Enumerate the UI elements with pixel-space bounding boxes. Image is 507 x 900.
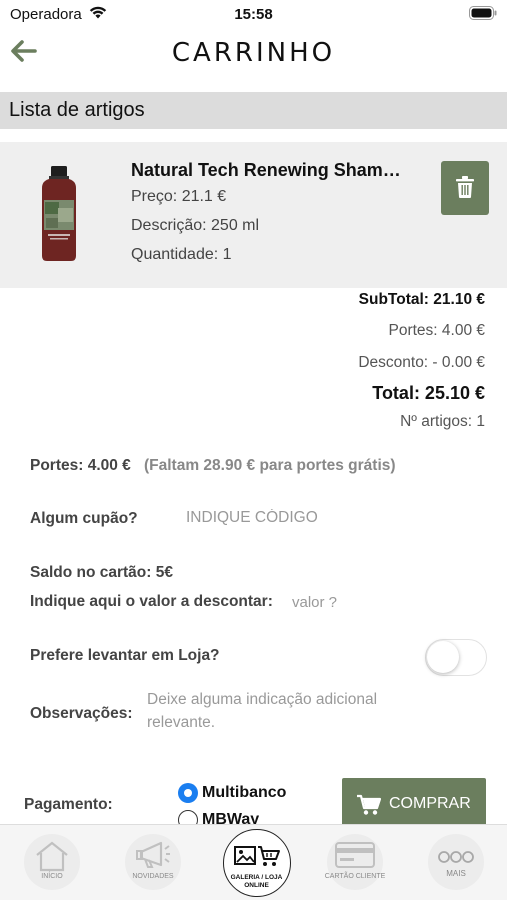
cart-icon [357, 794, 381, 815]
shipping-cost: Portes: 4.00 € [388, 322, 485, 339]
product-image [36, 166, 82, 262]
store-pickup-label: Prefere levantar em Loja? [30, 647, 220, 664]
page-title: CARRINHO [171, 38, 336, 68]
tab-novidades[interactable]: NOVIDADES [125, 834, 181, 890]
item-count: Nº artigos: 1 [400, 413, 485, 430]
section-header: Lista de artigos [0, 92, 507, 129]
card-icon [335, 842, 375, 868]
product-name: Natural Tech Renewing Shampoo [131, 160, 411, 180]
product-quantity: Quantidade: 1 [131, 246, 232, 263]
product-price: Preço: 21.1 € [131, 188, 227, 205]
product-description: Descrição: 250 ml [131, 217, 260, 234]
tab-galeria-loja[interactable]: GALERIA / LOJA ONLINE [223, 829, 291, 897]
discount: Desconto: - 0.00 € [358, 354, 485, 371]
store-pickup-toggle[interactable] [425, 639, 487, 676]
cart-item: Natural Tech Renewing Shampoo Preço: 21.… [0, 142, 507, 288]
discount-amount-label: Indique aqui o valor a descontar: [30, 593, 273, 610]
tab-cartao-cliente[interactable]: CARTÃO CLIENTE [325, 834, 385, 890]
tab-label: NOVIDADES [132, 873, 174, 880]
radio-selected-icon [178, 783, 198, 803]
tab-label: MAIS [446, 869, 466, 878]
home-icon [36, 841, 68, 872]
status-bar: Operadora 15:58 [0, 0, 507, 28]
more-icon [438, 851, 474, 863]
toggle-knob [427, 641, 459, 673]
megaphone-icon [136, 841, 170, 868]
tab-mais[interactable]: MAIS [428, 834, 484, 890]
coupon-label: Algum cupão? [30, 510, 138, 527]
buy-button[interactable]: COMPRAR [342, 778, 486, 830]
coupon-input[interactable] [176, 505, 376, 531]
subtotal: SubTotal: 21.10 € [358, 291, 485, 308]
gallery-cart-icon [234, 846, 280, 866]
payment-option-label: Multibanco [202, 784, 287, 801]
tab-label: GALERIA / LOJA ONLINE [230, 874, 283, 889]
buy-button-label: COMPRAR [389, 795, 471, 812]
tab-label: CARTÃO CLIENTE [324, 873, 386, 880]
tab-inicio[interactable]: INÍCIO [24, 834, 80, 890]
header: CARRINHO [0, 28, 507, 88]
status-time: 15:58 [234, 6, 273, 23]
battery-icon [469, 6, 497, 20]
tab-bar: INÍCIO NOVIDADES GALERIA / LOJA ONLINE C… [0, 824, 507, 900]
discount-amount-input[interactable] [284, 590, 404, 614]
total: Total: 25.10 € [372, 383, 485, 403]
tab-label: INÍCIO [41, 873, 63, 880]
payment-label: Pagamento: [24, 796, 113, 813]
notes-input[interactable] [139, 688, 429, 738]
card-balance-label: Saldo no cartão: 5€ [30, 564, 173, 581]
section-title: Lista de artigos [9, 99, 145, 121]
notes-label: Observações: [30, 705, 133, 722]
free-shipping-note: (Faltam 28.90 € para portes grátis) [144, 457, 396, 474]
delete-item-button[interactable] [441, 161, 489, 215]
trash-icon [456, 176, 474, 198]
shipping-info-label: Portes: 4.00 € [30, 457, 131, 474]
